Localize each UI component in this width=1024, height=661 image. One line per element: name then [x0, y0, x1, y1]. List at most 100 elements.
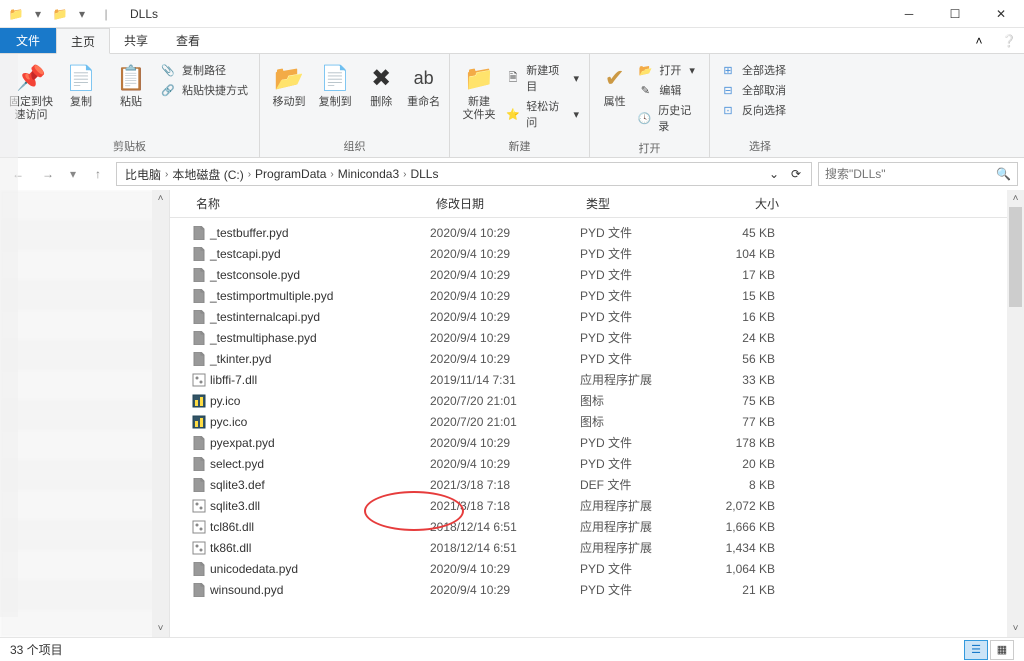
ribbon: 📌 固定到快 速访问 📄 复制 📋 粘贴 📎复制路径 🔗粘贴快捷方式 剪贴板 📂…	[0, 54, 1024, 158]
address-row: ← → ▾ ↑ 比电脑› 本地磁盘 (C:)› ProgramData› Min…	[0, 158, 1024, 190]
file-row[interactable]: _testcapi.pyd2020/9/4 10:29PYD 文件104 KB	[190, 243, 1024, 264]
crumb-dlls[interactable]: DLLs	[406, 167, 442, 181]
paste-shortcut-button[interactable]: 🔗粘贴快捷方式	[160, 82, 248, 98]
paste-button[interactable]: 📋 粘贴	[106, 58, 156, 109]
select-all-button[interactable]: ⊞全部选择	[720, 62, 786, 78]
details-view-icon[interactable]: ☰	[964, 640, 988, 660]
scroll-up-icon[interactable]: ˄	[152, 190, 169, 207]
crumb-programdata[interactable]: ProgramData	[251, 167, 330, 181]
file-size: 33 KB	[695, 373, 785, 387]
file-size: 24 KB	[695, 331, 785, 345]
file-size: 20 KB	[695, 457, 785, 471]
file-type: 应用程序扩展	[580, 371, 695, 388]
file-type: 图标	[580, 413, 695, 430]
file-size: 1,064 KB	[695, 562, 785, 576]
rename-button[interactable]: ab 重命名	[404, 58, 443, 109]
forward-button[interactable]: →	[36, 162, 60, 186]
maximize-button[interactable]: ☐	[932, 0, 978, 28]
new-folder-button[interactable]: 📁 新建 文件夹	[456, 58, 502, 122]
title-bar: 📁 ▾ 📁 ▾ | DLLs ─ ☐ ✕	[0, 0, 1024, 28]
file-row[interactable]: sqlite3.def2021/3/18 7:18DEF 文件8 KB	[190, 474, 1024, 495]
properties-button[interactable]: ✔ 属性	[596, 58, 633, 109]
file-row[interactable]: tcl86t.dll2018/12/14 6:51应用程序扩展1,666 KB	[190, 516, 1024, 537]
search-icon[interactable]: 🔍	[996, 167, 1011, 181]
crumb-miniconda[interactable]: Miniconda3	[334, 167, 403, 181]
file-date: 2020/9/4 10:29	[430, 562, 580, 576]
file-row[interactable]: winsound.pyd2020/9/4 10:29PYD 文件21 KB	[190, 579, 1024, 600]
help-icon[interactable]: ❔	[994, 28, 1024, 53]
file-type: PYD 文件	[580, 455, 695, 472]
copy-button[interactable]: 📄 复制	[56, 58, 106, 109]
file-row[interactable]: tk86t.dll2018/12/14 6:51应用程序扩展1,434 KB	[190, 537, 1024, 558]
file-name: _testbuffer.pyd	[208, 226, 430, 240]
invert-select-button[interactable]: ⊡反向选择	[720, 102, 786, 118]
col-name[interactable]: 名称	[190, 195, 430, 212]
file-header[interactable]: 名称 修改日期 类型 大小	[170, 190, 1024, 218]
file-icon	[190, 414, 208, 430]
open-button[interactable]: 📂打开▾	[637, 62, 699, 78]
new-item-button[interactable]: 🗎新建项目▾	[506, 62, 579, 94]
pin-button[interactable]: 📌 固定到快 速访问	[6, 58, 56, 122]
edit-button[interactable]: ✎编辑	[637, 82, 699, 98]
col-type[interactable]: 类型	[580, 195, 695, 212]
file-icon	[190, 288, 208, 304]
moveto-button[interactable]: 📂 移动到	[266, 58, 312, 109]
delete-button[interactable]: ✖ 删除	[358, 58, 404, 109]
col-size[interactable]: 大小	[695, 195, 785, 212]
dropdown-icon[interactable]: ▾	[30, 6, 46, 22]
copyto-button[interactable]: 📄 复制到	[312, 58, 358, 109]
minimize-button[interactable]: ─	[886, 0, 932, 28]
file-date: 2020/9/4 10:29	[430, 310, 580, 324]
sidebar-scrollbar[interactable]: ˄ ˅	[152, 190, 169, 637]
tab-home[interactable]: 主页	[56, 28, 110, 54]
copy-path-button[interactable]: 📎复制路径	[160, 62, 248, 78]
up-button[interactable]: ↑	[86, 162, 110, 186]
icons-view-icon[interactable]: ▦	[990, 640, 1014, 660]
main-scrollbar[interactable]: ˄ ˅	[1007, 190, 1024, 637]
overflow-icon[interactable]: ▾	[74, 6, 90, 22]
delete-icon: ✖	[365, 62, 397, 94]
file-row[interactable]: _testbuffer.pyd2020/9/4 10:29PYD 文件45 KB	[190, 222, 1024, 243]
crumb-pc[interactable]: 比电脑	[121, 166, 165, 183]
dropdown-icon[interactable]: ⌄	[763, 167, 785, 181]
file-row[interactable]: sqlite3.dll2021/3/18 7:18应用程序扩展2,072 KB	[190, 495, 1024, 516]
easy-access-icon: ⭐	[506, 106, 520, 122]
back-button[interactable]: ←	[6, 162, 30, 186]
file-menu[interactable]: 文件	[0, 28, 56, 53]
collapse-ribbon-icon[interactable]: ˄	[964, 28, 994, 53]
tab-share[interactable]: 共享	[110, 28, 162, 53]
file-row[interactable]: _testimportmultiple.pyd2020/9/4 10:29PYD…	[190, 285, 1024, 306]
scroll-up-icon[interactable]: ˄	[1007, 190, 1024, 207]
file-row[interactable]: unicodedata.pyd2020/9/4 10:29PYD 文件1,064…	[190, 558, 1024, 579]
file-row[interactable]: _testinternalcapi.pyd2020/9/4 10:29PYD 文…	[190, 306, 1024, 327]
file-row[interactable]: select.pyd2020/9/4 10:29PYD 文件20 KB	[190, 453, 1024, 474]
file-row[interactable]: py.ico2020/7/20 21:01图标75 KB	[190, 390, 1024, 411]
select-none-button[interactable]: ⊟全部取消	[720, 82, 786, 98]
group-label: 剪贴板	[0, 138, 259, 157]
file-row[interactable]: pyexpat.pyd2020/9/4 10:29PYD 文件178 KB	[190, 432, 1024, 453]
scroll-thumb[interactable]	[1009, 207, 1022, 307]
file-row[interactable]: pyc.ico2020/7/20 21:01图标77 KB	[190, 411, 1024, 432]
file-type: PYD 文件	[580, 581, 695, 598]
tab-view[interactable]: 查看	[162, 28, 214, 53]
history-button[interactable]: 🕓历史记录	[637, 102, 699, 134]
file-size: 17 KB	[695, 268, 785, 282]
col-modified[interactable]: 修改日期	[430, 195, 580, 212]
file-row[interactable]: libffi-7.dll2019/11/14 7:31应用程序扩展33 KB	[190, 369, 1024, 390]
file-row[interactable]: _testconsole.pyd2020/9/4 10:29PYD 文件17 K…	[190, 264, 1024, 285]
scroll-down-icon[interactable]: ˅	[1007, 620, 1024, 637]
recent-dropdown[interactable]: ▾	[66, 162, 80, 186]
sidebar[interactable]: ˄ ˅	[0, 190, 170, 637]
search-input[interactable]	[825, 167, 996, 181]
breadcrumb[interactable]: 比电脑› 本地磁盘 (C:)› ProgramData› Miniconda3›…	[116, 162, 812, 186]
file-row[interactable]: _testmultiphase.pyd2020/9/4 10:29PYD 文件2…	[190, 327, 1024, 348]
crumb-drive[interactable]: 本地磁盘 (C:)	[168, 166, 247, 183]
close-button[interactable]: ✕	[978, 0, 1024, 28]
search-box[interactable]: 🔍	[818, 162, 1018, 186]
file-row[interactable]: _tkinter.pyd2020/9/4 10:29PYD 文件56 KB	[190, 348, 1024, 369]
rename-icon: ab	[408, 62, 440, 94]
file-size: 178 KB	[695, 436, 785, 450]
scroll-down-icon[interactable]: ˅	[152, 620, 169, 637]
easy-access-button[interactable]: ⭐轻松访问▾	[506, 98, 579, 130]
refresh-icon[interactable]: ⟳	[785, 167, 807, 181]
